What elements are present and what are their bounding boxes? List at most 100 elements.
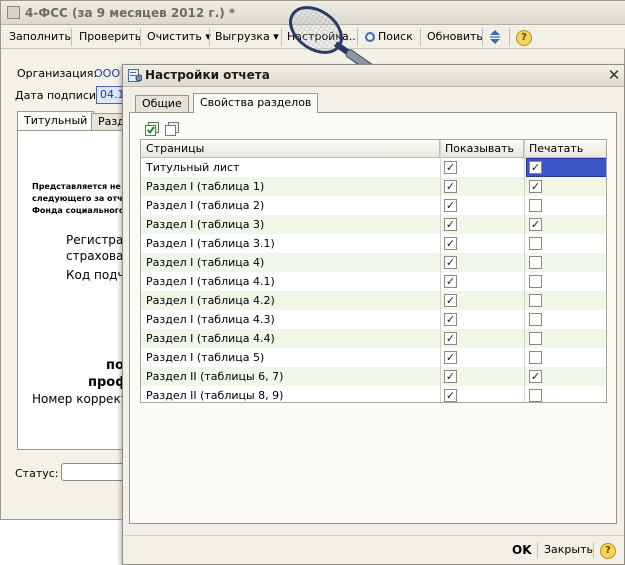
row-page-name: Раздел I (таблица 4.4) (146, 332, 275, 345)
date-label: Дата подписи: (15, 89, 100, 102)
export-menu-button[interactable]: Выгрузка ▾ (215, 29, 279, 45)
refresh-button[interactable]: Обновить (427, 29, 483, 45)
print-checkbox[interactable] (529, 256, 542, 269)
show-checkbox[interactable]: ✓ (444, 313, 457, 326)
sections-table: Страницы Показывать Печатать Титульный л… (140, 139, 607, 403)
table-row[interactable]: Раздел I (таблица 4.4) ✓ (141, 329, 606, 348)
footer-separator (593, 542, 594, 558)
row-page-name: Раздел I (таблица 4.2) (146, 294, 275, 307)
column-divider (524, 140, 525, 402)
check-all-icon[interactable] (144, 121, 160, 137)
row-page-name: Раздел II (таблицы 6, 7) (146, 370, 284, 383)
row-page-name: Раздел I (таблица 5) (146, 351, 265, 364)
move-up-down-button[interactable] (488, 29, 504, 45)
table-row[interactable]: Раздел I (таблица 3) ✓ ✓ (141, 215, 606, 234)
print-checkbox[interactable]: ✓ (529, 218, 542, 231)
doc-text: Код подчи (66, 268, 125, 282)
tab-general[interactable]: Общие (135, 95, 189, 113)
column-divider (440, 140, 441, 402)
doc-text: проф (88, 375, 125, 390)
footer-separator (537, 542, 538, 558)
show-checkbox[interactable]: ✓ (444, 199, 457, 212)
date-field[interactable]: 04.1 (96, 86, 124, 104)
ok-button[interactable]: OK (512, 542, 532, 558)
table-row[interactable]: Раздел I (таблица 4.1) ✓ (141, 272, 606, 291)
column-header-pages[interactable]: Страницы (141, 140, 440, 158)
toolbar-separator (209, 28, 210, 46)
show-checkbox[interactable]: ✓ (444, 237, 457, 250)
report-settings-dialog: Настройки отчета ✕ Общие Свойства раздел… (122, 64, 625, 565)
table-row[interactable]: Раздел I (таблица 3.1) ✓ (141, 234, 606, 253)
print-checkbox[interactable] (529, 294, 542, 307)
show-checkbox[interactable]: ✓ (444, 180, 457, 193)
print-checkbox[interactable] (529, 237, 542, 250)
check-button[interactable]: Проверить (79, 29, 141, 45)
tab-section-properties[interactable]: Свойства разделов (193, 93, 319, 113)
print-checkbox[interactable]: ✓ (529, 180, 542, 193)
print-checkbox[interactable]: ✓ (529, 370, 542, 383)
row-page-name: Раздел I (таблица 3.1) (146, 237, 275, 250)
print-checkbox[interactable] (529, 313, 542, 326)
clear-menu-button[interactable]: Очистить ▾ (147, 29, 211, 45)
table-row[interactable]: Раздел II (таблицы 6, 7) ✓ ✓ (141, 367, 606, 386)
print-checkbox[interactable] (529, 332, 542, 345)
dialog-title: Настройки отчета (145, 68, 270, 82)
row-page-name: Раздел I (таблица 4.3) (146, 313, 275, 326)
row-page-name: Титульный лист (146, 161, 240, 174)
dropdown-arrow-icon: ▾ (273, 30, 279, 43)
print-checkbox[interactable] (529, 351, 542, 364)
table-row[interactable]: Раздел I (таблица 5) ✓ (141, 348, 606, 367)
up-down-arrows-icon (490, 30, 500, 44)
table-header: Страницы Показывать Печатать (141, 140, 606, 158)
table-row[interactable]: Раздел I (таблица 4.2) ✓ (141, 291, 606, 310)
show-checkbox[interactable]: ✓ (444, 161, 457, 174)
show-checkbox[interactable]: ✓ (444, 218, 457, 231)
table-row[interactable]: Раздел I (таблица 4.3) ✓ (141, 310, 606, 329)
dialog-footer: OK Закрыть ? (123, 535, 624, 564)
show-checkbox[interactable]: ✓ (444, 294, 457, 307)
dialog-help-button[interactable]: ? (600, 542, 616, 559)
help-icon: ? (600, 543, 616, 559)
show-checkbox[interactable]: ✓ (444, 332, 457, 345)
report-document: Представляется не п следующего за отчет … (17, 130, 125, 450)
row-page-name: Раздел I (таблица 4) (146, 256, 265, 269)
doc-text: Регистра (66, 233, 124, 247)
app-icon (7, 6, 20, 19)
tab-title-page[interactable]: Титульный (17, 111, 95, 131)
settings-dialog-icon (128, 69, 142, 82)
window-title: 4-ФСС (за 9 месяцев 2012 г.) * (25, 6, 236, 20)
print-checkbox[interactable]: ✓ (529, 161, 542, 174)
doc-text: страховат (66, 249, 125, 263)
column-header-print[interactable]: Печатать (524, 140, 606, 158)
dialog-title-bar: Настройки отчета ✕ (123, 65, 624, 87)
column-header-show[interactable]: Показывать (440, 140, 524, 158)
help-icon: ? (516, 30, 532, 46)
table-row[interactable]: Раздел I (таблица 4) ✓ (141, 253, 606, 272)
print-checkbox[interactable] (529, 389, 542, 402)
uncheck-all-icon[interactable] (164, 121, 180, 137)
show-checkbox[interactable]: ✓ (444, 275, 457, 288)
close-icon[interactable]: ✕ (605, 66, 623, 84)
show-checkbox[interactable]: ✓ (444, 256, 457, 269)
section-properties-panel: Страницы Показывать Печатать Титульный л… (129, 112, 617, 524)
row-page-name: Раздел I (таблица 1) (146, 180, 265, 193)
toolbar-separator (140, 28, 141, 46)
doc-text: Номер корректи (32, 392, 124, 406)
doc-text: Представляется не п (32, 182, 125, 191)
table-row[interactable]: Титульный лист ✓ ✓ (141, 158, 606, 177)
status-field[interactable] (61, 463, 125, 481)
toolbar-separator (482, 28, 483, 46)
org-value[interactable]: ООО (94, 67, 120, 80)
print-checkbox[interactable] (529, 275, 542, 288)
org-label: Организация: (17, 67, 98, 80)
print-checkbox[interactable] (529, 199, 542, 212)
fill-button[interactable]: Заполнить (9, 29, 71, 45)
table-row[interactable]: Раздел II (таблицы 8, 9) ✓ (141, 386, 606, 402)
close-button[interactable]: Закрыть (544, 542, 593, 558)
help-button[interactable]: ? (516, 29, 532, 46)
table-row[interactable]: Раздел I (таблица 1) ✓ ✓ (141, 177, 606, 196)
show-checkbox[interactable]: ✓ (444, 370, 457, 383)
show-checkbox[interactable]: ✓ (444, 389, 457, 402)
table-row[interactable]: Раздел I (таблица 2) ✓ (141, 196, 606, 215)
show-checkbox[interactable]: ✓ (444, 351, 457, 364)
